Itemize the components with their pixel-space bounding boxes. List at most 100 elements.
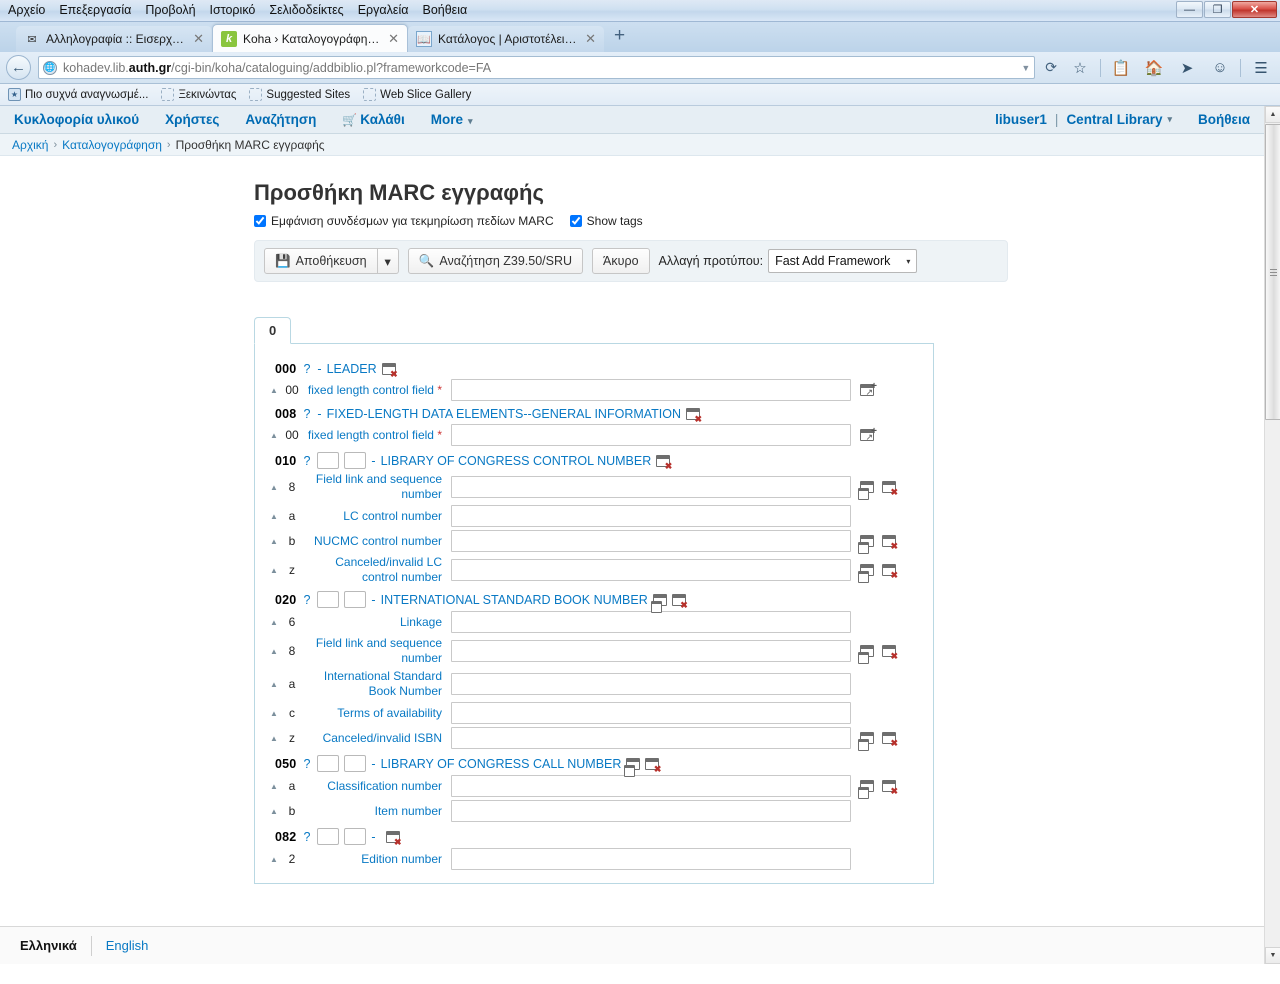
restore-button[interactable]: ❐	[1204, 1, 1231, 18]
browser-tab-catalog[interactable]: 📖 Κατάλογος | Αριστοτέλειο ... ✕	[408, 26, 604, 52]
language-link-english[interactable]: English	[92, 938, 149, 953]
clone-subfield-icon[interactable]	[858, 732, 874, 751]
site-identity-icon[interactable]: 🌐	[43, 60, 57, 75]
chevron-down-icon[interactable]: ▼	[1021, 63, 1030, 73]
reading-list-icon[interactable]: 📋	[1108, 56, 1134, 80]
field-help-link[interactable]: ?	[303, 593, 310, 607]
tag-editor-icon[interactable]	[860, 382, 877, 397]
delete-subfield-icon[interactable]	[882, 535, 898, 551]
reload-icon[interactable]: ⟳	[1042, 59, 1060, 76]
clone-subfield-icon[interactable]	[858, 535, 874, 554]
delete-subfield-icon[interactable]	[882, 732, 898, 748]
nav-item-circulation[interactable]: Κυκλοφορία υλικού	[14, 112, 139, 127]
cancel-button[interactable]: Άκυρο	[592, 248, 650, 274]
subfield-input[interactable]	[451, 848, 851, 870]
menu-edit[interactable]: Επεξεργασία	[59, 3, 131, 17]
menu-file[interactable]: Αρχείο	[8, 3, 45, 17]
collapse-subfield-icon[interactable]: ▲	[267, 431, 281, 440]
home-icon[interactable]: 🏠	[1141, 56, 1167, 80]
delete-subfield-icon[interactable]	[882, 645, 898, 661]
close-window-button[interactable]: ✕	[1232, 1, 1277, 18]
collapse-subfield-icon[interactable]: ▲	[267, 709, 281, 718]
collapse-subfield-icon[interactable]: ▲	[267, 807, 281, 816]
close-tab-icon[interactable]: ✕	[386, 31, 401, 47]
help-link[interactable]: Βοήθεια	[1198, 112, 1250, 127]
field-help-link[interactable]: ?	[303, 757, 310, 771]
collapse-subfield-icon[interactable]: ▲	[267, 483, 281, 492]
delete-subfield-icon[interactable]	[882, 481, 898, 497]
browser-tab-koha[interactable]: k Koha › Καταλογογράφηση ... ✕	[212, 24, 408, 52]
scroll-down-button[interactable]: ▼	[1265, 947, 1280, 964]
nav-item-cart[interactable]: 🛒 Καλάθι	[342, 112, 404, 127]
collapse-subfield-icon[interactable]: ▲	[267, 537, 281, 546]
collapse-subfield-icon[interactable]: ▲	[267, 566, 281, 575]
subfield-input[interactable]	[451, 559, 851, 581]
clone-subfield-icon[interactable]	[858, 645, 874, 664]
show-marc-docs-checkbox[interactable]	[254, 215, 266, 227]
field-help-link[interactable]: ?	[303, 362, 310, 376]
z3950-search-button[interactable]: 🔍 Αναζήτηση Z39.50/SRU	[407, 248, 584, 274]
nav-item-search[interactable]: Αναζήτηση	[245, 112, 316, 127]
indicator2-input[interactable]	[344, 828, 367, 845]
delete-field-icon[interactable]	[671, 593, 688, 610]
menu-tools[interactable]: Εργαλεία	[358, 3, 409, 17]
collapse-subfield-icon[interactable]: ▲	[267, 855, 281, 864]
show-tags-checkbox[interactable]	[569, 215, 582, 227]
tab-0[interactable]: 0	[254, 317, 292, 344]
menu-view[interactable]: Προβολή	[145, 3, 195, 17]
subfield-input[interactable]	[451, 727, 851, 749]
collapse-subfield-icon[interactable]: ▲	[267, 386, 281, 395]
nav-item-more[interactable]: More ▾	[431, 112, 473, 127]
bookmark-most-visited[interactable]: ★ Πιο συχνά αναγνωσμέ...	[8, 88, 148, 101]
collapse-subfield-icon[interactable]: ▲	[267, 782, 281, 791]
clone-field-icon[interactable]	[624, 757, 641, 777]
menu-icon[interactable]: ☰	[1248, 56, 1274, 80]
collapse-subfield-icon[interactable]: ▲	[267, 647, 281, 656]
delete-subfield-icon[interactable]	[882, 780, 898, 796]
indicator2-input[interactable]	[344, 452, 367, 469]
back-button[interactable]: ←	[6, 55, 31, 80]
send-icon[interactable]: ➤	[1174, 56, 1200, 80]
page-scrollbar[interactable]: ▲ ▼	[1264, 106, 1280, 964]
close-tab-icon[interactable]: ✕	[583, 31, 598, 47]
save-dropdown-button[interactable]: ▾	[377, 248, 399, 274]
address-bar[interactable]: 🌐 kohadev.lib.auth.gr/cgi-bin/koha/catal…	[38, 56, 1036, 79]
star-icon[interactable]: ☆	[1067, 56, 1093, 80]
subfield-input[interactable]	[451, 379, 851, 401]
nav-item-patrons[interactable]: Χρήστες	[165, 112, 219, 127]
collapse-subfield-icon[interactable]: ▲	[267, 734, 281, 743]
browser-tab-mail[interactable]: ✉ Αλληλογραφία :: Εισερχόμ... ✕	[16, 26, 212, 52]
breadcrumb-home[interactable]: Αρχική	[12, 138, 48, 152]
minimize-button[interactable]: —	[1176, 1, 1203, 18]
subfield-input[interactable]	[451, 673, 851, 695]
delete-subfield-icon[interactable]	[882, 564, 898, 580]
save-button[interactable]: 💾 Αποθήκευση	[264, 248, 378, 274]
indicator2-input[interactable]	[344, 591, 367, 608]
subfield-input[interactable]	[451, 800, 851, 822]
feedback-icon[interactable]: ☺	[1207, 56, 1233, 80]
delete-field-icon[interactable]	[656, 454, 672, 471]
delete-field-icon[interactable]	[385, 830, 402, 847]
collapse-subfield-icon[interactable]: ▲	[267, 680, 281, 689]
indicator1-input[interactable]	[317, 828, 340, 845]
bookmark-suggested-sites[interactable]: Suggested Sites	[249, 88, 350, 101]
clone-subfield-icon[interactable]	[858, 780, 874, 799]
clone-subfield-icon[interactable]	[858, 564, 874, 583]
field-help-link[interactable]: ?	[303, 454, 310, 468]
subfield-input[interactable]	[451, 775, 851, 797]
indicator2-input[interactable]	[344, 755, 367, 772]
breadcrumb-cataloguing[interactable]: Καταλογογράφηση	[62, 138, 162, 152]
bookmark-getting-started[interactable]: Ξεκινώντας	[161, 88, 236, 101]
subfield-input[interactable]	[451, 530, 851, 552]
show-tags-option[interactable]: Show tags	[569, 214, 643, 228]
tag-editor-icon[interactable]	[860, 427, 877, 442]
collapse-subfield-icon[interactable]: ▲	[267, 512, 281, 521]
menu-help[interactable]: Βοήθεια	[422, 3, 467, 17]
subfield-input[interactable]	[451, 611, 851, 633]
application-menubar[interactable]: Αρχείο Επεξεργασία Προβολή Ιστορικό Σελι…	[0, 0, 467, 17]
new-tab-button[interactable]: +	[604, 25, 635, 49]
scroll-up-button[interactable]: ▲	[1265, 106, 1280, 123]
close-tab-icon[interactable]: ✕	[191, 31, 206, 47]
scrollbar-thumb[interactable]	[1265, 124, 1280, 420]
marc-docs-option[interactable]: Εμφάνιση συνδέσμων για τεκμηρίωση πεδίων…	[254, 214, 554, 228]
